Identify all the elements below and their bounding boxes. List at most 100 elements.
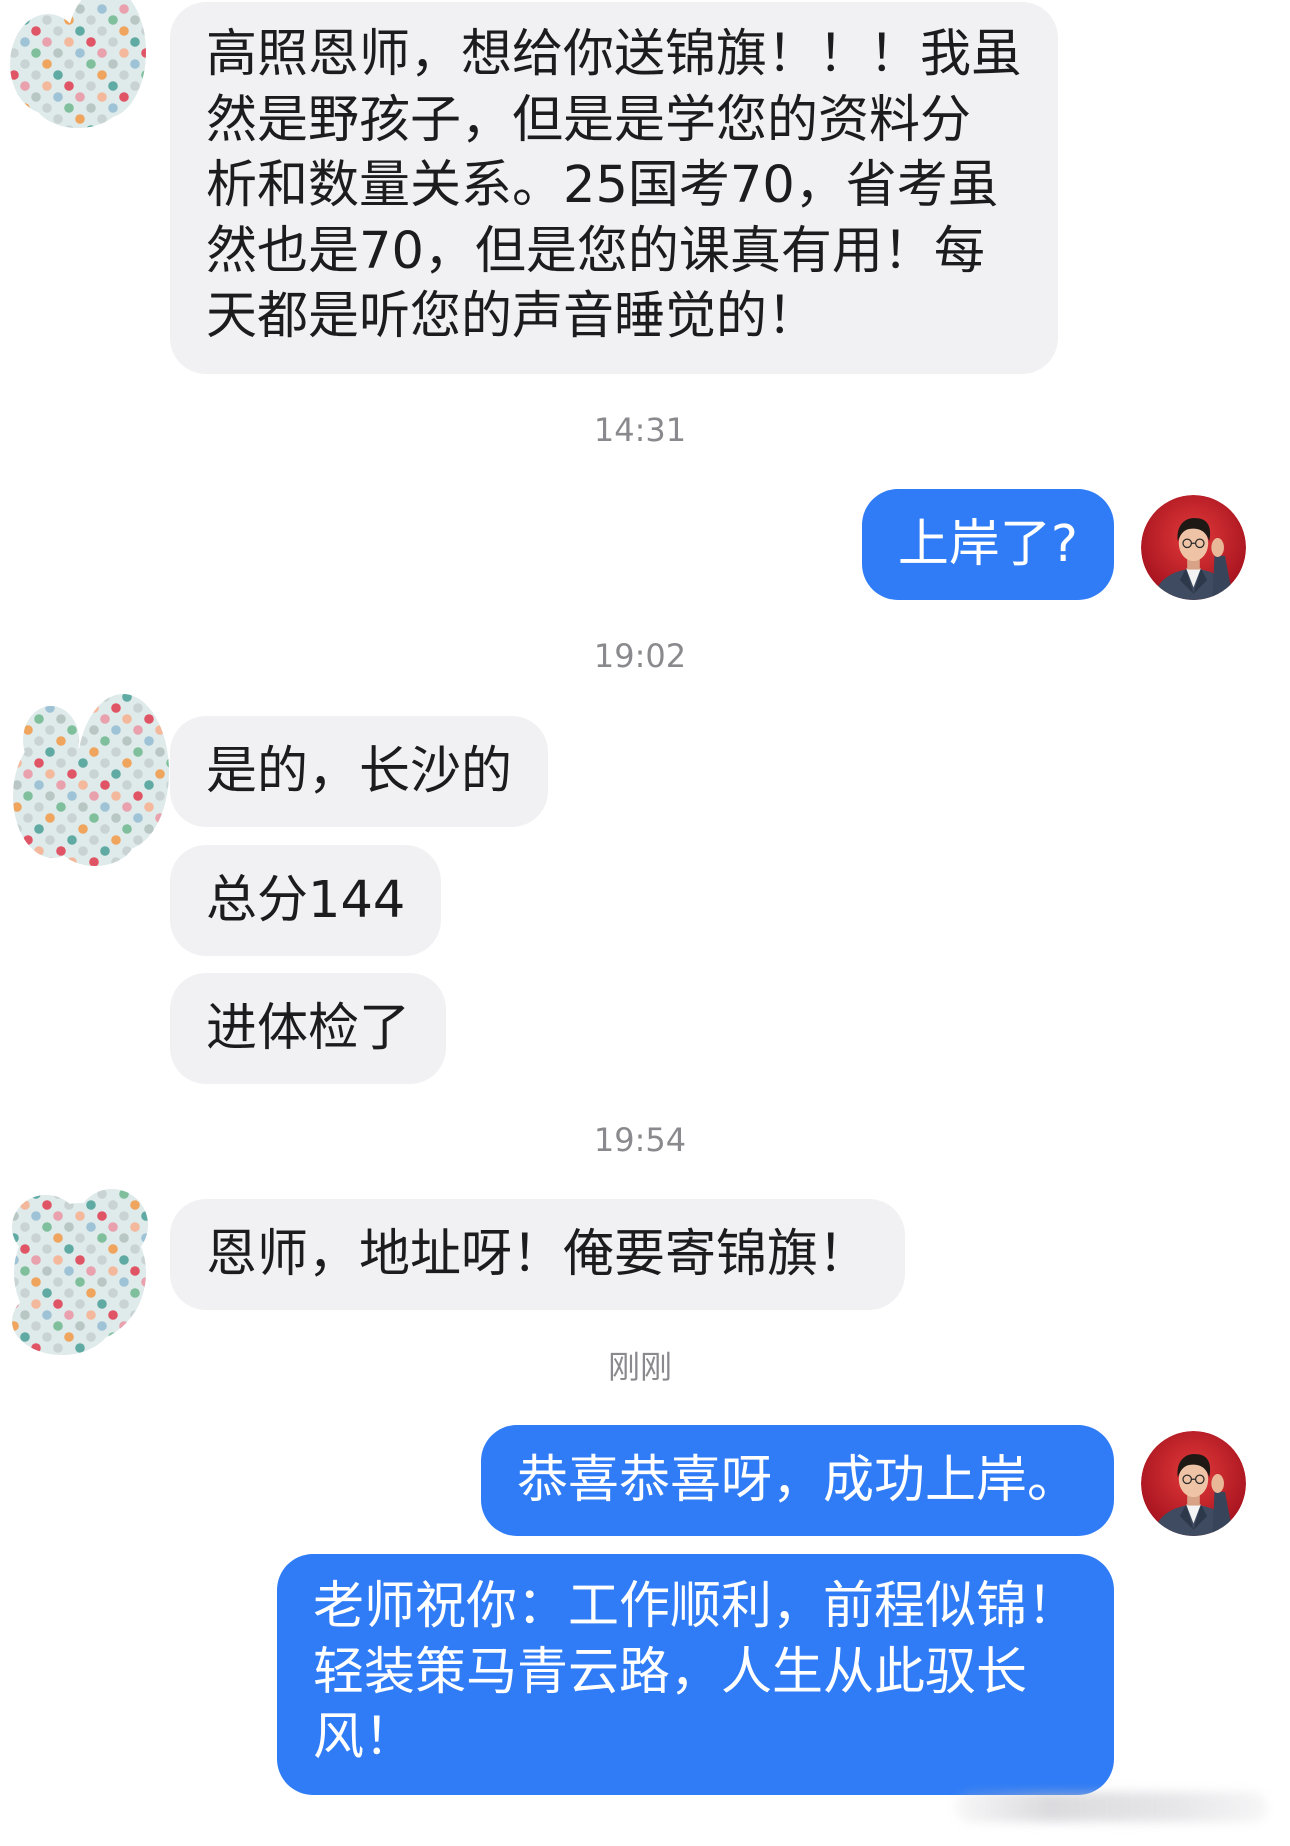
avatar-dot: [45, 791, 55, 801]
contact-avatar[interactable]: [9, 688, 173, 872]
contact-avatar[interactable]: [6, 1185, 153, 1357]
avatar-dot: [141, 1321, 148, 1331]
avatar-dot: [97, 92, 107, 102]
avatar-dot: [31, 26, 41, 36]
avatar-dot: [119, 114, 129, 124]
avatar-dot: [20, 1244, 30, 1254]
avatar-dot: [108, 15, 118, 25]
avatar-dot: [130, 103, 140, 113]
avatar-dot: [53, 1233, 63, 1243]
avatar-dot: [75, 1189, 85, 1199]
avatar-dot: [75, 1233, 85, 1243]
avatar-dot: [111, 703, 121, 713]
message-text-line: 上岸了?: [897, 515, 1078, 574]
avatar-dot: [108, 81, 118, 91]
outgoing-message-bubble[interactable]: 上岸了?: [861, 489, 1114, 600]
avatar-dot: [23, 703, 33, 713]
avatar-dot: [144, 780, 154, 790]
avatar-dot: [141, 1277, 148, 1287]
avatar-dot: [108, 1332, 118, 1342]
avatar-dot: [12, 1299, 19, 1309]
avatar-dot: [34, 846, 44, 856]
avatar-dot: [56, 824, 66, 834]
incoming-message-bubble[interactable]: 高照恩师，想给你送锦旗！！！我虽 然是野孩子，但是是学您的资料分 析和数量关系。…: [170, 2, 1059, 374]
avatar-dot: [67, 747, 77, 757]
avatar-dot: [12, 1321, 19, 1331]
avatar-dot: [166, 846, 169, 856]
avatar-dot: [130, 59, 140, 69]
polka-dot-mask-icon: [12, 1189, 148, 1355]
avatar-dot: [122, 736, 132, 746]
message-timestamp: 14:31: [593, 411, 687, 449]
avatar-dot: [108, 125, 118, 128]
avatar-dot: [133, 703, 143, 713]
incoming-message-bubble[interactable]: 是的，长沙的: [170, 716, 549, 827]
avatar-dot: [100, 714, 110, 724]
avatar-dot: [119, 92, 129, 102]
avatar-dot: [12, 1277, 19, 1287]
avatar-dot: [86, 81, 96, 91]
outgoing-message-bubble[interactable]: 恭喜恭喜呀，成功上岸。: [480, 1425, 1114, 1536]
avatar-dot: [42, 1332, 52, 1342]
incoming-message-bubble[interactable]: 恩师，地址呀！俺要寄锦旗！: [170, 1199, 906, 1310]
avatar-dot: [141, 1255, 148, 1265]
incoming-message-bubble[interactable]: 总分144: [170, 845, 442, 956]
avatar-dot: [155, 813, 165, 823]
avatar-dot: [31, 1255, 41, 1265]
avatar-dot: [20, 81, 30, 91]
avatar-dot: [42, 1244, 52, 1254]
avatar-dot: [45, 747, 55, 757]
avatar-dot: [86, 103, 96, 113]
avatar-dot: [13, 846, 22, 856]
contact-avatar[interactable]: [6, 0, 149, 135]
avatar-dot: [64, 59, 74, 69]
avatar-dot: [111, 769, 121, 779]
avatar-dot: [64, 1266, 74, 1276]
avatar-dot: [86, 1222, 96, 1232]
avatar-dot: [45, 725, 55, 735]
outgoing-message-bubble[interactable]: 老师祝你：工作顺利，前程似锦！ 轻装策马青云路，人生从此驭长 风！: [276, 1554, 1114, 1795]
avatar-dot: [141, 4, 146, 14]
avatar-dot: [64, 1288, 74, 1298]
avatar-dot: [75, 1321, 85, 1331]
user-avatar[interactable]: [1141, 1431, 1246, 1536]
avatar-dot: [97, 1233, 107, 1243]
incoming-message-bubble[interactable]: 进体检了: [170, 973, 447, 1084]
avatar-dot: [89, 791, 99, 801]
avatar-dot: [119, 1211, 129, 1221]
avatar-dot: [20, 1332, 30, 1342]
avatar-dot: [122, 780, 132, 790]
avatar-dot: [122, 802, 132, 812]
avatar-dot: [64, 15, 74, 25]
avatar-dot: [122, 694, 132, 702]
avatar-dot: [45, 857, 55, 866]
avatar-dot: [166, 824, 169, 834]
avatar-dot: [119, 1233, 129, 1243]
avatar-dot: [13, 694, 22, 702]
avatar-dot: [75, 4, 85, 14]
avatar-dot: [119, 26, 129, 36]
avatar-dot: [130, 1332, 140, 1342]
avatar-dot: [67, 813, 77, 823]
user-avatar[interactable]: [1141, 495, 1246, 600]
avatar-dot: [144, 846, 154, 856]
avatar-dot: [86, 1200, 96, 1210]
avatar-dot: [141, 114, 146, 124]
avatar-dot: [12, 1233, 19, 1243]
avatar-dot: [67, 769, 77, 779]
message-text-line: 老师祝你：工作顺利，前程似锦！: [312, 1577, 1078, 1636]
portrait-photo-icon: [1141, 495, 1246, 600]
avatar-dot: [78, 758, 88, 768]
avatar-dot: [97, 1277, 107, 1287]
avatar-dot: [56, 736, 66, 746]
avatar-dot: [42, 1266, 52, 1276]
avatar-dot: [108, 1244, 118, 1254]
avatar-dot: [64, 1244, 74, 1254]
chat-screen: 高照恩师，想给你送锦旗！！！我虽 然是野孩子，但是是学您的资料分 析和数量关系。…: [0, 0, 1290, 1846]
avatar-dot: [130, 125, 140, 128]
avatar-dot: [34, 780, 44, 790]
avatar-dot: [130, 81, 140, 91]
avatar-dot: [75, 70, 85, 80]
avatar-dot: [97, 4, 107, 14]
avatar-dot: [10, 114, 19, 124]
